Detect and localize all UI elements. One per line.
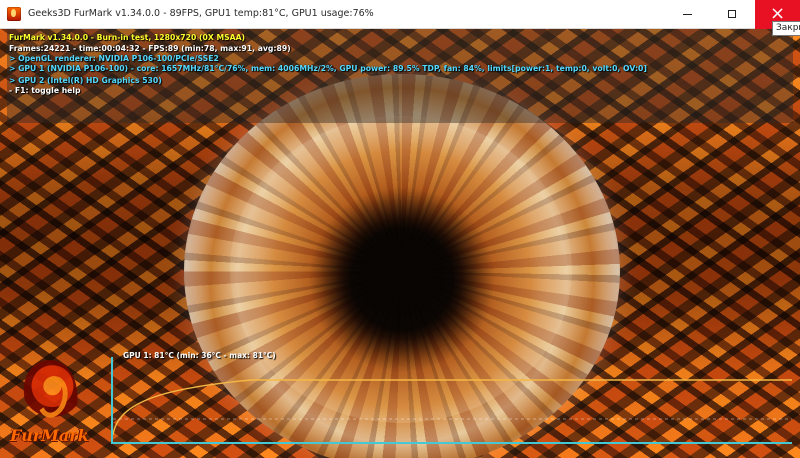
furmark-logo: FurMark bbox=[0, 357, 105, 458]
furmark-logo-mark bbox=[20, 357, 81, 429]
hud-help-line: - F1: toggle help bbox=[9, 86, 81, 95]
hud-opengl-line: > OpenGL renderer: NVIDIA P106-100/PCIe/… bbox=[9, 54, 219, 63]
furmark-window: Geeks3D FurMark v1.34.0.0 - 89FPS, GPU1 … bbox=[0, 0, 800, 458]
hud-main-line: FurMark v1.34.0.0 - Burn-in test, 1280x7… bbox=[9, 33, 246, 42]
furmark-app-icon bbox=[7, 7, 21, 21]
maximize-icon bbox=[728, 10, 736, 18]
gpu-temperature-graph: GPU 1: 81°C (min: 36°C - max: 81°C) bbox=[7, 351, 793, 458]
graph-axis-frame bbox=[111, 357, 792, 444]
minimize-icon bbox=[683, 14, 692, 15]
maximize-button[interactable] bbox=[710, 0, 755, 29]
hud-gpu2-line: > GPU 2 (Intel(R) HD Graphics 530) bbox=[9, 76, 162, 85]
title-bar[interactable]: Geeks3D FurMark v1.34.0.0 - 89FPS, GPU1 … bbox=[0, 0, 800, 29]
close-tooltip: Закрыть bbox=[772, 21, 800, 36]
minimize-button[interactable] bbox=[665, 0, 710, 29]
window-title: Geeks3D FurMark v1.34.0.0 - 89FPS, GPU1 … bbox=[28, 8, 374, 19]
furmark-logo-text: FurMark bbox=[10, 426, 89, 445]
hud-frames-line: Frames:24221 - time:00:04:32 - FPS:89 (m… bbox=[9, 44, 291, 53]
hud-gpu1-line: > GPU 1 (NVIDIA P106-100) - core: 1657MH… bbox=[9, 64, 647, 73]
furmark-render-area: FurMark v1.34.0.0 - Burn-in test, 1280x7… bbox=[0, 29, 800, 458]
